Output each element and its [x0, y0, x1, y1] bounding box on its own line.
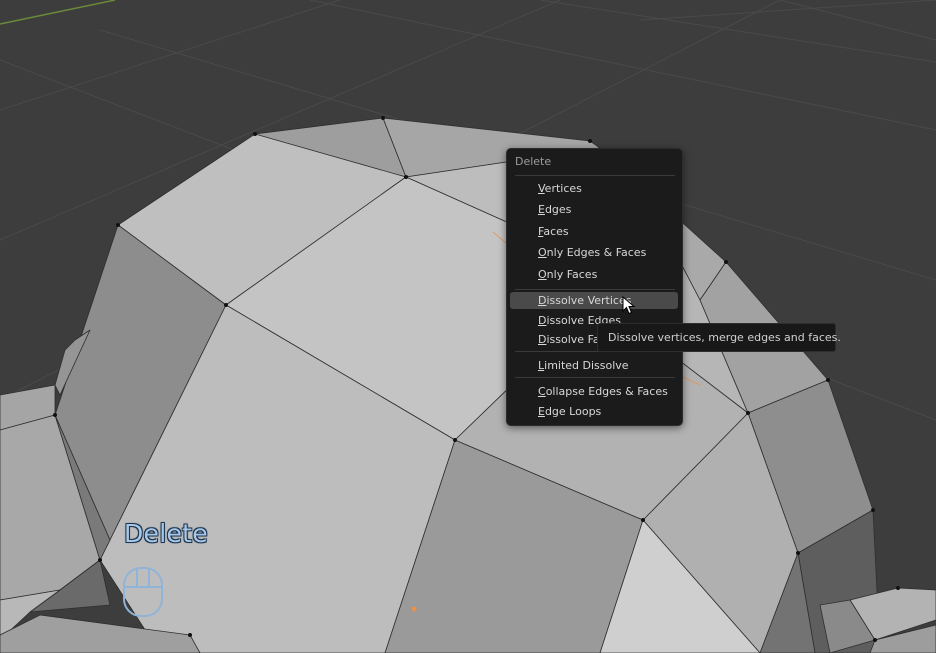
- mouse-icon: [123, 567, 163, 617]
- tooltip: Dissolve vertices, merge edges and faces…: [597, 323, 841, 352]
- operation-label: Delete: [124, 519, 208, 548]
- menu-item-only-edges-faces[interactable]: Only Edges & Faces: [510, 244, 678, 261]
- menu-title: Delete: [515, 155, 552, 168]
- delete-menu: Delete Vertices Edges Faces Only Edges &…: [506, 148, 683, 426]
- menu-item-limited-dissolve[interactable]: Limited Dissolve: [510, 357, 678, 374]
- tooltip-text: Dissolve vertices, merge edges and faces…: [608, 331, 841, 344]
- menu-item-label: Edges: [538, 203, 572, 216]
- menu-item-collapse-edges-faces[interactable]: Collapse Edges & Faces: [510, 383, 678, 400]
- menu-item-label: Edge Loops: [538, 405, 602, 418]
- menu-item-label: Faces: [538, 225, 569, 238]
- menu-item-dissolve-vertices[interactable]: Dissolve Vertices: [510, 292, 678, 309]
- menu-item-only-faces[interactable]: Only Faces: [510, 266, 678, 283]
- menu-separator: [515, 175, 675, 176]
- menu-item-edge-loops[interactable]: Edge Loops: [510, 403, 678, 420]
- mouse-pointer-icon: [622, 296, 636, 315]
- menu-item-label: Limited Dissolve: [538, 359, 629, 372]
- x-axis-line: [0, 0, 116, 25]
- menu-separator: [515, 289, 675, 290]
- menu-separator: [515, 377, 675, 378]
- menu-item-faces[interactable]: Faces: [510, 223, 678, 240]
- object-origin: [411, 606, 417, 612]
- menu-item-label: Vertices: [538, 182, 582, 195]
- menu-item-label: Collapse Edges & Faces: [538, 385, 668, 398]
- menu-item-vertices[interactable]: Vertices: [510, 180, 678, 197]
- menu-item-label: Dissolve Vertices: [538, 294, 632, 307]
- menu-item-label: Only Edges & Faces: [538, 246, 647, 259]
- menu-item-label: Only Faces: [538, 268, 598, 281]
- menu-item-edges[interactable]: Edges: [510, 201, 678, 218]
